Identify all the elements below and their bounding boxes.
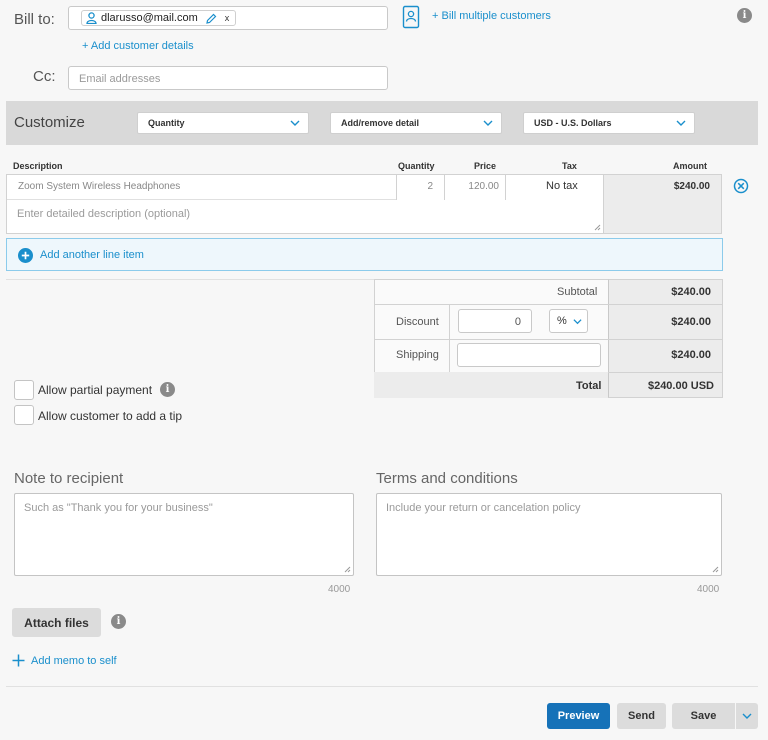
chevron-down-icon	[742, 713, 752, 719]
currency-select[interactable]: USD - U.S. Dollars	[523, 112, 695, 134]
bill-to-field[interactable]: dlarusso@mail.com x	[68, 6, 388, 30]
plus-circle-icon	[18, 248, 33, 263]
add-line-item-button[interactable]: Add another line item	[6, 238, 723, 271]
customer-email: dlarusso@mail.com	[101, 12, 198, 24]
chevron-down-icon	[290, 120, 300, 126]
resize-handle-icon[interactable]	[712, 566, 719, 573]
remove-customer-button[interactable]: x	[225, 13, 230, 23]
terms-placeholder: Include your return or cancelation polic…	[386, 502, 581, 514]
totals-col-line	[449, 304, 450, 372]
item-detail-textarea[interactable]: Enter detailed description (optional)	[7, 201, 603, 233]
partial-payment-checkbox[interactable]	[14, 380, 34, 400]
customize-label: Customize	[14, 114, 85, 131]
add-customer-details-link[interactable]: + Add customer details	[82, 40, 194, 52]
cc-placeholder: Email addresses	[79, 73, 161, 85]
bill-to-label: Bill to:	[14, 11, 55, 28]
pencil-icon[interactable]	[205, 13, 217, 24]
shipping-value: $240.00	[671, 349, 711, 361]
discount-unit-select[interactable]: %	[549, 309, 588, 333]
resize-handle-icon[interactable]	[344, 566, 351, 573]
chevron-down-icon	[676, 120, 686, 126]
cc-label: Cc:	[33, 68, 56, 85]
item-amount-cell: $240.00	[604, 174, 722, 234]
note-textarea[interactable]: Such as "Thank you for your business"	[14, 493, 354, 576]
info-icon[interactable]: i	[111, 614, 126, 629]
header-amount: Amount	[673, 161, 707, 171]
customer-chip[interactable]: dlarusso@mail.com x	[81, 10, 237, 26]
tip-label: Allow customer to add a tip	[38, 409, 183, 423]
header-tax: Tax	[562, 161, 577, 171]
shipping-label: Shipping	[396, 349, 439, 361]
info-icon[interactable]: i	[160, 382, 175, 397]
item-quantity-field[interactable]: 2	[396, 175, 444, 200]
item-price-field[interactable]: 120.00	[444, 175, 505, 200]
send-button[interactable]: Send	[617, 703, 666, 729]
discount-label: Discount	[396, 316, 439, 328]
item-description: Zoom System Wireless Headphones	[18, 181, 181, 192]
header-description: Description	[13, 161, 63, 171]
person-icon	[86, 12, 97, 24]
item-detail-placeholder: Enter detailed description (optional)	[17, 208, 191, 220]
totals-row-line	[374, 304, 723, 305]
add-line-item-label: Add another line item	[40, 249, 144, 261]
preview-button[interactable]: Preview	[547, 703, 610, 729]
note-placeholder: Such as "Thank you for your business"	[24, 502, 213, 514]
total-value: $240.00 USD	[647, 380, 714, 392]
plus-icon[interactable]	[12, 654, 25, 672]
tip-checkbox[interactable]	[14, 405, 34, 425]
quantity-select-value: Quantity	[148, 118, 185, 128]
quantity-select[interactable]: Quantity	[137, 112, 309, 134]
note-char-counter: 4000	[328, 584, 351, 595]
remove-circle-icon[interactable]	[733, 178, 749, 199]
total-label-cell	[374, 372, 608, 398]
discount-unit: %	[557, 315, 567, 327]
cc-input[interactable]: Email addresses	[68, 66, 388, 90]
totals-row-line	[374, 339, 723, 340]
detail-select-value: Add/remove detail	[341, 118, 420, 128]
partial-payment-label: Allow partial payment	[38, 383, 153, 397]
discount-value: $240.00	[671, 316, 711, 328]
chevron-down-icon	[573, 319, 582, 325]
subtotal-label: Subtotal	[557, 286, 598, 298]
subtotal-value: $240.00	[671, 286, 711, 298]
item-tax: No tax	[546, 180, 578, 192]
divider	[6, 279, 374, 280]
item-price: 120.00	[468, 181, 499, 192]
terms-char-counter: 4000	[697, 584, 720, 595]
info-icon[interactable]: i	[737, 8, 752, 23]
save-options-button[interactable]	[736, 703, 758, 729]
currency-select-value: USD - U.S. Dollars	[534, 118, 612, 128]
attach-files-button[interactable]: Attach files	[12, 608, 101, 637]
note-title: Note to recipient	[14, 470, 124, 487]
detail-select[interactable]: Add/remove detail	[330, 112, 502, 134]
header-quantity: Quantity	[398, 161, 435, 171]
total-label: Total	[576, 380, 602, 392]
contact-book-icon[interactable]	[402, 5, 420, 34]
terms-title: Terms and conditions	[376, 470, 518, 487]
save-button[interactable]: Save	[672, 703, 735, 729]
discount-input[interactable]: 0	[458, 309, 532, 333]
item-amount: $240.00	[673, 181, 710, 192]
footer-divider	[6, 686, 758, 687]
resize-handle-icon[interactable]	[594, 224, 601, 231]
bill-multiple-customers-link[interactable]: + Bill multiple customers	[432, 10, 551, 22]
header-price: Price	[474, 161, 497, 171]
item-tax-select[interactable]: No tax	[505, 175, 603, 200]
shipping-input[interactable]	[457, 343, 601, 367]
item-description-field[interactable]: Zoom System Wireless Headphones	[7, 175, 396, 200]
discount-input-value: 0	[514, 316, 521, 328]
chevron-down-icon	[483, 120, 493, 126]
item-quantity: 2	[427, 181, 433, 192]
add-memo-link[interactable]: Add memo to self	[31, 655, 117, 667]
terms-textarea[interactable]: Include your return or cancelation polic…	[376, 493, 722, 576]
